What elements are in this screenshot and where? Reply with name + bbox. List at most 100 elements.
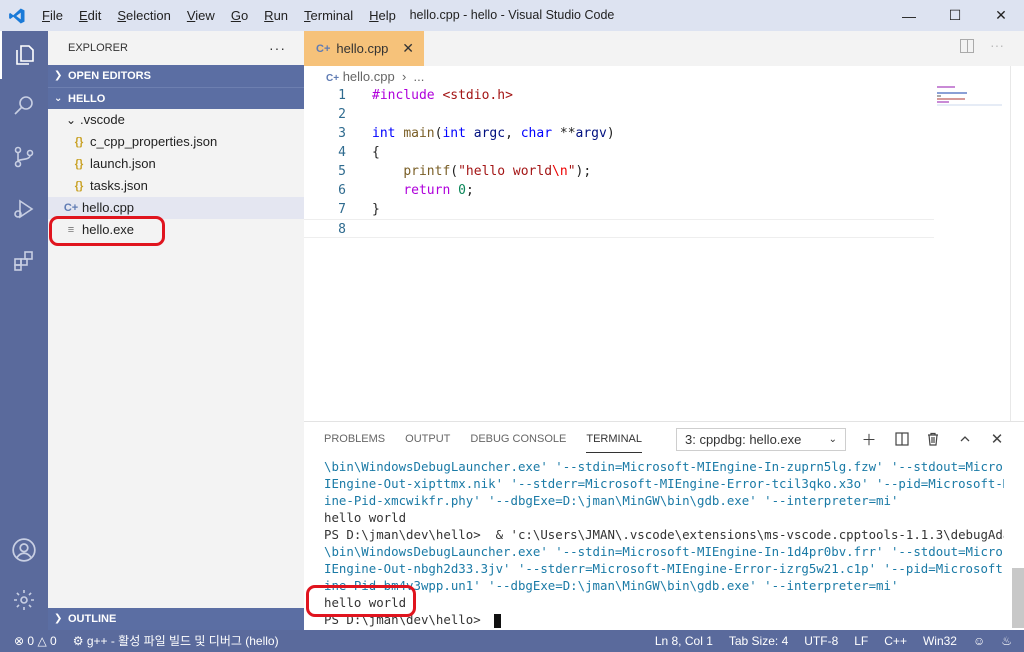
activity-bar	[0, 31, 48, 630]
code-line: 1 #include <stdio.h>	[304, 86, 934, 105]
menu-view[interactable]: View	[179, 0, 223, 31]
breadcrumb-file[interactable]: hello.cpp	[343, 69, 395, 84]
terminal-line: ine-Pid-bm4v3wpp.un1' '--dbgExe=D:\jman\…	[324, 578, 899, 593]
explorer-sidebar: EXPLORER ··· ❯ OPEN EDITORS ⌄ HELLO ⌄ .v…	[48, 31, 304, 630]
menu-run[interactable]: Run	[256, 0, 296, 31]
tree-item-launch-json[interactable]: {} launch.json	[48, 153, 304, 175]
line-number: 4	[338, 145, 346, 160]
terminal-line: \bin\WindowsDebugLauncher.exe' '--stdin=…	[324, 544, 1004, 559]
menu-help[interactable]: Help	[361, 0, 404, 31]
json-file-icon: {}	[74, 180, 84, 192]
problems-status[interactable]: ⊗ 0 △ 0	[0, 630, 65, 652]
tree-item-label: tasks.json	[90, 178, 148, 193]
menu-edit[interactable]: Edit	[71, 0, 109, 31]
maximize-icon[interactable]: ☐	[932, 0, 978, 31]
status-right: Ln 8, Col 1 Tab Size: 4 UTF-8 LF C++ Win…	[647, 630, 1024, 652]
close-panel-icon[interactable]: ✕	[986, 428, 1008, 450]
error-count: 0	[27, 634, 35, 648]
code-editor[interactable]: 1 #include <stdio.h> 2 3 int main(int argc…	[304, 86, 934, 238]
maximize-panel-icon[interactable]	[954, 428, 976, 450]
terminal-line: hello world	[324, 595, 407, 610]
feedback-icon[interactable]: ☺	[965, 630, 993, 652]
tree-item-label: .vscode	[80, 112, 125, 127]
more-actions-icon[interactable]: ···	[269, 31, 286, 65]
search-icon[interactable]	[0, 81, 48, 129]
menu-go[interactable]: Go	[223, 0, 256, 31]
terminal-scrollbar[interactable]	[1010, 458, 1024, 631]
explorer-title: EXPLORER ···	[48, 31, 304, 65]
hello-folder-section[interactable]: ⌄ HELLO	[48, 87, 304, 109]
title-bar: File Edit Selection View Go Run Terminal…	[0, 0, 1024, 31]
outline-header: ❯ OUTLINE	[48, 608, 304, 630]
breadcrumb-rest[interactable]: ...	[414, 69, 425, 84]
vscode-logo-icon	[0, 0, 34, 31]
minimize-icon[interactable]: —	[886, 0, 932, 31]
breadcrumb-separator-icon: ›	[398, 69, 410, 84]
tree-item-tasks-json[interactable]: {} tasks.json	[48, 175, 304, 197]
explorer-title-label: EXPLORER	[68, 42, 128, 54]
tree-item-vscode-folder[interactable]: ⌄ .vscode	[48, 109, 304, 131]
annotation-highlight-hello-world	[306, 585, 416, 617]
chevron-down-icon: ⌄	[828, 434, 837, 445]
account-icon[interactable]	[0, 526, 48, 574]
terminal-command-text: PS D:\jman\dev\hello> & 'c:\Users\JMAN\.…	[324, 527, 1004, 542]
end-of-line[interactable]: LF	[846, 630, 876, 652]
close-tab-icon[interactable]: ✕	[402, 40, 414, 57]
status-bar: ⊗ 0 △ 0 ⚙ g++ - 활성 파일 빌드 및 디버그 (hello) L…	[0, 630, 1024, 652]
terminal-output[interactable]: \bin\WindowsDebugLauncher.exe' '--stdin=…	[324, 458, 1004, 628]
tree-item-label: launch.json	[90, 156, 156, 171]
split-terminal-icon[interactable]	[891, 428, 913, 450]
menu-terminal[interactable]: Terminal	[296, 0, 361, 31]
chevron-down-icon: ⌄	[54, 92, 63, 104]
editor-scrollbar[interactable]	[1010, 66, 1024, 421]
explorer-icon[interactable]	[0, 31, 48, 79]
code-line: 6 return 0;	[304, 181, 934, 200]
menu-bar: File Edit Selection View Go Run Terminal…	[34, 0, 404, 31]
chevron-down-icon: ⌄	[65, 113, 77, 127]
task-label: g++ - 활성 파일 빌드 및 디버그 (hello)	[86, 634, 279, 648]
tree-item-c-cpp-properties[interactable]: {} c_cpp_properties.json	[48, 131, 304, 153]
terminal-line: IEngine-Out-xipttmx.nik' '--stderr=Micro…	[324, 476, 1004, 491]
terminal-select-value: 3: cppdbg: hello.exe	[685, 432, 802, 447]
tab-output[interactable]: OUTPUT	[405, 422, 450, 457]
outline-label: OUTLINE	[68, 613, 117, 625]
terminal-line: ine-Pid-xmcwikfr.phy' '--dbgExe=D:\jman\…	[324, 493, 899, 508]
minimap[interactable]	[937, 86, 1007, 106]
open-editors-section[interactable]: ❯ OPEN EDITORS	[48, 65, 304, 87]
menu-file[interactable]: File	[34, 0, 71, 31]
settings-gear-icon[interactable]	[0, 576, 48, 624]
tab-debug-console[interactable]: DEBUG CONSOLE	[470, 422, 566, 457]
line-number: 3	[338, 126, 346, 141]
scrollbar-thumb[interactable]	[1012, 568, 1024, 628]
cursor-position[interactable]: Ln 8, Col 1	[647, 630, 721, 652]
trash-icon[interactable]	[922, 428, 944, 450]
tab-size[interactable]: Tab Size: 4	[721, 630, 796, 652]
code-line: 3 int main(int argc, char **argv)	[304, 124, 934, 143]
run-debug-icon[interactable]	[0, 185, 48, 233]
line-number: 8	[338, 222, 346, 237]
platform[interactable]: Win32	[915, 630, 965, 652]
tree-item-label: c_cpp_properties.json	[90, 134, 218, 149]
warning-count: 0	[50, 634, 57, 648]
tab-hello-cpp[interactable]: C+ hello.cpp ✕	[304, 31, 424, 66]
outline-section[interactable]: ❯ OUTLINE	[48, 608, 304, 630]
terminal-line-command: PS D:\jman\dev\hello> & 'c:\Users\JMAN\.…	[324, 526, 1004, 543]
chevron-right-icon: ❯	[54, 613, 63, 624]
source-control-icon[interactable]	[0, 133, 48, 181]
more-actions-icon[interactable]: ···	[990, 37, 1004, 53]
extensions-icon[interactable]	[0, 237, 48, 285]
tab-problems[interactable]: PROBLEMS	[324, 422, 385, 457]
bell-icon[interactable]: ♨	[993, 630, 1024, 652]
language-mode[interactable]: C++	[876, 630, 915, 652]
encoding[interactable]: UTF-8	[796, 630, 846, 652]
menu-selection[interactable]: Selection	[109, 0, 178, 31]
close-icon[interactable]: ✕	[978, 0, 1024, 31]
new-terminal-icon[interactable]: ＋	[858, 428, 880, 450]
line-number: 5	[338, 164, 346, 179]
breadcrumb: C+ hello.cpp › ...	[304, 66, 1024, 88]
tab-terminal[interactable]: TERMINAL	[586, 425, 642, 453]
code-line-current: 8	[304, 219, 934, 238]
task-status[interactable]: ⚙ g++ - 활성 파일 빌드 및 디버그 (hello)	[65, 630, 287, 652]
terminal-select[interactable]: 3: cppdbg: hello.exe ⌄	[676, 428, 846, 451]
split-editor-icon[interactable]	[960, 39, 974, 53]
